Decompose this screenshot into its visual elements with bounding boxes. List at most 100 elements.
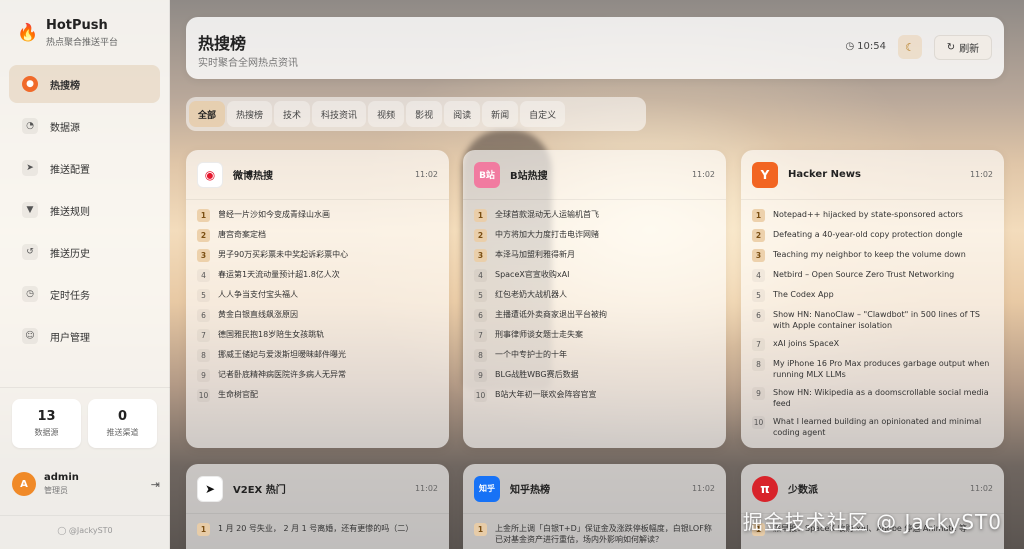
sidebar-item-label: 推送规则 xyxy=(50,206,90,218)
list-item[interactable]: 6 主播遭诋外卖商家退出平台被拘 xyxy=(474,309,715,322)
zhihu-icon: 知乎 xyxy=(474,475,500,502)
stat-label: 数据源 xyxy=(34,428,59,437)
list-item[interactable]: 2 唐宫奇案定档 xyxy=(197,229,438,242)
list-item[interactable]: 1 曾经一片沙如今变成青绿山水画 xyxy=(197,209,438,222)
item-title: 主播遭诋外卖商家退出平台被拘 xyxy=(495,310,607,319)
item-title: BLG战胜WBG赛后数据 xyxy=(495,370,579,379)
list-item[interactable]: 6 Show HN: NanoClaw – "Clawdbot" in 500 l… xyxy=(752,309,993,331)
sidebar-item-push-rules[interactable]: ▼ 推送规则 xyxy=(9,191,160,229)
rank-number: 5 xyxy=(197,289,210,302)
refresh-button[interactable]: ↻ 刷新 xyxy=(934,35,992,60)
sidebar-item-scheduled-tasks[interactable]: ◷ 定时任务 xyxy=(9,275,160,313)
clock: ◷ 10:54 xyxy=(845,41,886,52)
bilibili-icon: B站 xyxy=(474,161,500,188)
list-item[interactable]: 1 全球首款混动无人运输机首飞 xyxy=(474,209,715,222)
sidebar-item-label: 定时任务 xyxy=(50,290,90,302)
list-item[interactable]: 9 BLG战胜WBG赛后数据 xyxy=(474,369,715,382)
rank-number: 7 xyxy=(474,329,487,342)
tab-all[interactable]: 全部 xyxy=(189,101,226,127)
list-item[interactable]: 7 德国雅民抱18岁陪生女孩跳轨 xyxy=(197,329,438,342)
sidebar-item-push-config[interactable]: ➤ 推送配置 xyxy=(9,149,160,187)
card-title: 知乎热榜 xyxy=(510,485,550,496)
card-header: 知乎 知乎热榜 11:02 xyxy=(463,464,726,514)
list-item[interactable]: 7 刑事律师谈女题士走失案 xyxy=(474,329,715,342)
card-hacker-news: Y Hacker News 11:02 1 Notepad++ hijacked … xyxy=(741,150,1004,448)
moon-icon: ☾ xyxy=(905,40,915,54)
item-title: xAI joins SpaceX xyxy=(773,339,840,348)
clock-icon: ◷ xyxy=(22,286,38,302)
list-item[interactable]: 2 Defeating a 40-year-old copy protection… xyxy=(752,229,993,242)
tab-tech-news[interactable]: 科技资讯 xyxy=(312,101,367,127)
brand: 🔥 HotPush 热点聚合推送平台 xyxy=(17,18,119,48)
list-item[interactable]: 5 红包老奶大战机器人 xyxy=(474,289,715,302)
list-item[interactable]: 5 The Codex App xyxy=(752,289,993,302)
rank-number: 1 xyxy=(752,209,765,222)
list-item[interactable]: 7 xAI joins SpaceX xyxy=(752,338,993,351)
list-item[interactable]: 1 Notepad++ hijacked by state-sponsored a… xyxy=(752,209,993,222)
rank-number: 4 xyxy=(474,269,487,282)
sidebar-item-label: 用户管理 xyxy=(50,332,90,344)
stat-card-sources: 13 数据源 xyxy=(12,399,81,448)
sidebar-item-user-management[interactable]: ☺ 用户管理 xyxy=(9,317,160,355)
item-title: Defeating a 40-year-old copy protection … xyxy=(773,230,963,239)
list-item[interactable]: 4 春运第1天流动量预计超1.8亿人次 xyxy=(197,269,438,282)
item-title: 黄金白银直线飙涨原因 xyxy=(218,310,298,319)
list-item[interactable]: 9 Show HN: Wikipedia as a doomscrollable … xyxy=(752,387,993,409)
list-item[interactable]: 10 What I learned building an opinionated… xyxy=(752,416,993,438)
item-title: 唐宫奇案定档 xyxy=(218,230,266,239)
hot-list: 1 1 月 20 号失业， 2 月 1 号离婚，还有更惨的吗（二） xyxy=(186,514,449,536)
tab-video[interactable]: 视频 xyxy=(368,101,405,127)
list-item[interactable]: 4 SpaceX官宣收购xAI xyxy=(474,269,715,282)
item-title: Show HN: NanoClaw – "Clawdbot" in 500 li… xyxy=(773,310,980,330)
sidebar-item-push-history[interactable]: ↺ 推送历史 xyxy=(9,233,160,271)
tab-reading[interactable]: 阅读 xyxy=(444,101,481,127)
card-header: B站 B站热搜 11:02 xyxy=(463,150,726,200)
rank-number: 2 xyxy=(752,229,765,242)
send-icon: ➤ xyxy=(22,160,38,176)
v2ex-icon: ➤ xyxy=(197,475,223,502)
list-item[interactable]: 2 中方将加大力度打击电诈网赌 xyxy=(474,229,715,242)
list-item[interactable]: 10 B站大年初一联欢会阵容官宣 xyxy=(474,389,715,402)
item-title: 生命树官配 xyxy=(218,390,258,399)
list-item[interactable]: 9 记者卧底精神病医院许多病人无异常 xyxy=(197,369,438,382)
item-title: 记者卧底精神病医院许多病人无异常 xyxy=(218,370,346,379)
list-item[interactable]: 3 Teaching my neighbor to keep the volume… xyxy=(752,249,993,262)
list-item[interactable]: 5 人人争当支付宝头福人 xyxy=(197,289,438,302)
tab-custom[interactable]: 自定义 xyxy=(520,101,566,127)
card-title: 微博热搜 xyxy=(233,171,273,182)
list-item[interactable]: 8 一个中专护士的十年 xyxy=(474,349,715,362)
list-item[interactable]: 1 上金所上调「白银T+D」保证金及涨跌停板幅度，白银LOF称已对基金资产进行重估… xyxy=(474,523,715,545)
tab-hot[interactable]: 热搜榜 xyxy=(227,101,273,127)
theme-toggle-button[interactable]: ☾ xyxy=(898,35,922,59)
item-title: 人人争当支付宝头福人 xyxy=(218,290,298,299)
rank-number: 6 xyxy=(474,309,487,322)
list-item[interactable]: 10 生命树官配 xyxy=(197,389,438,402)
filter-icon: ▼ xyxy=(22,202,38,218)
item-title: 中方将加大力度打击电诈网赌 xyxy=(495,230,599,239)
list-item[interactable]: 3 男子90万买彩票未中奖起诉彩票中心 xyxy=(197,249,438,262)
tab-news[interactable]: 新闻 xyxy=(482,101,519,127)
tab-movies[interactable]: 影视 xyxy=(406,101,443,127)
sidebar: 🔥 HotPush 热点聚合推送平台 ● 热搜榜 ◔ 数据源 ➤ 推送配置 ▼ … xyxy=(0,0,170,549)
item-title: 1 月 20 号失业， 2 月 1 号离婚，还有更惨的吗（二） xyxy=(218,524,414,533)
item-title: What I learned building an opinionated a… xyxy=(773,417,982,437)
list-item[interactable]: 8 挪威王储妃与爱泼斯坦暧昧邮件曝光 xyxy=(197,349,438,362)
tab-tech[interactable]: 技术 xyxy=(274,101,311,127)
weibo-icon: ◉ xyxy=(197,161,223,188)
logout-icon[interactable]: ⇥ xyxy=(151,478,160,491)
footer-text: @JackyST0 xyxy=(68,526,113,535)
sidebar-item-sources[interactable]: ◔ 数据源 xyxy=(9,107,160,145)
list-item[interactable]: 8 My iPhone 16 Pro Max produces garbage o… xyxy=(752,358,993,380)
stat-value: 0 xyxy=(117,409,128,424)
card-header: Y Hacker News 11:02 xyxy=(741,150,1004,200)
list-item[interactable]: 6 黄金白银直线飙涨原因 xyxy=(197,309,438,322)
brand-subtitle: 热点聚合推送平台 xyxy=(46,38,119,48)
list-item[interactable]: 1 1 月 20 号失业， 2 月 1 号离婚，还有更惨的吗（二） xyxy=(197,523,438,536)
item-title: 挪威王储妃与爱泼斯坦暧昧邮件曝光 xyxy=(218,350,346,359)
rank-number: 7 xyxy=(752,338,765,351)
list-item[interactable]: 4 Netbird – Open Source Zero Trust Networ… xyxy=(752,269,993,282)
rank-number: 8 xyxy=(197,349,210,362)
sidebar-item-hot[interactable]: ● 热搜榜 xyxy=(9,65,160,103)
list-item[interactable]: 3 本泽马加盟利雅得新月 xyxy=(474,249,715,262)
rank-number: 8 xyxy=(752,358,765,371)
